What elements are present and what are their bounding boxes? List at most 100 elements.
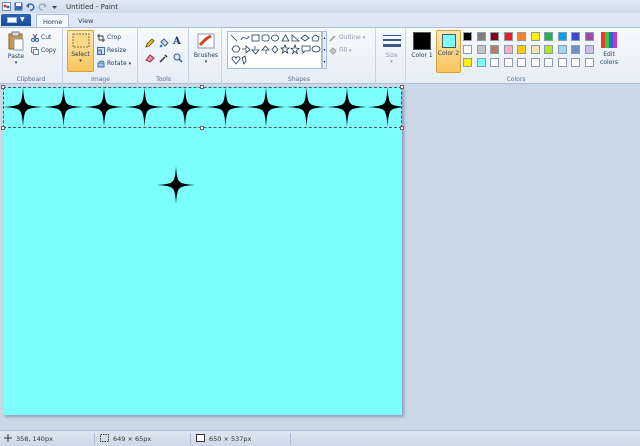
line-size-icon xyxy=(382,35,401,47)
palette-color-swatch[interactable] xyxy=(463,58,472,67)
color1-swatch xyxy=(413,32,431,50)
tab-home[interactable]: Home xyxy=(36,14,70,27)
palette-color-swatch[interactable] xyxy=(530,32,540,41)
rotate-dropdown-icon[interactable]: ▾ xyxy=(129,61,132,67)
palette-color-swatch[interactable] xyxy=(503,45,513,54)
selection-rectangle[interactable] xyxy=(3,87,402,128)
palette-color-swatch[interactable] xyxy=(490,32,499,41)
selection-handle-s[interactable] xyxy=(200,126,204,130)
palette-color-swatch[interactable] xyxy=(584,32,594,41)
shapes-gallery-icons[interactable] xyxy=(228,32,323,70)
rotate-button[interactable]: Rotate ▾ xyxy=(97,59,131,68)
selection-handle-ne[interactable] xyxy=(400,85,404,89)
color2-button[interactable]: Color 2 xyxy=(436,30,461,73)
chevron-down-icon: ▼ xyxy=(20,16,25,23)
palette-color-swatch[interactable] xyxy=(517,58,526,67)
undo-icon[interactable] xyxy=(26,2,35,11)
palette-color-swatch[interactable] xyxy=(571,45,580,54)
palette-color-swatch[interactable] xyxy=(544,45,553,54)
fill-bucket-icon[interactable] xyxy=(159,38,169,48)
palette-color-swatch[interactable] xyxy=(571,58,580,67)
edit-colors-button[interactable]: Edit colors xyxy=(596,31,622,67)
select-dropdown-icon[interactable]: ▾ xyxy=(68,58,93,64)
color-picker-icon[interactable] xyxy=(159,53,169,63)
ribbon-tab-bar: ▼ Home View xyxy=(0,13,640,27)
paste-dropdown-icon[interactable]: ▾ xyxy=(4,60,28,66)
fill-button[interactable]: Fill ▾ xyxy=(329,46,352,55)
canvas-drawing xyxy=(3,87,402,204)
crop-label: Crop xyxy=(107,34,122,41)
shapes-scrollbar[interactable]: ▴ ▾ ▾ xyxy=(322,31,327,69)
tab-view[interactable]: View xyxy=(72,14,99,27)
brushes-button[interactable]: Brushes ▾ xyxy=(193,32,219,65)
palette-color-swatch[interactable] xyxy=(557,58,567,67)
palette-color-swatch[interactable] xyxy=(557,32,567,41)
color2-label: Color 2 xyxy=(437,50,460,57)
redo-icon[interactable] xyxy=(38,2,47,11)
palette-color-swatch[interactable] xyxy=(571,32,580,41)
size-dropdown-icon: ▾ xyxy=(390,59,393,65)
selection-size-icon xyxy=(100,434,109,444)
paste-button[interactable]: Paste ▾ xyxy=(4,31,28,66)
selection-handle-se[interactable] xyxy=(400,126,404,130)
star-shape xyxy=(157,166,195,204)
brush-icon xyxy=(197,33,215,49)
paint-menu-button[interactable]: ▼ xyxy=(1,14,31,26)
paint-app-icon xyxy=(2,2,11,11)
palette-color-swatch[interactable] xyxy=(463,45,472,54)
paste-label: Paste xyxy=(7,53,25,60)
pencil-icon[interactable] xyxy=(145,38,155,48)
cut-button[interactable]: Cut xyxy=(31,33,51,42)
ribbon: Paste ▾ Cut Copy Clipboard Select ▾ Crop… xyxy=(0,27,640,84)
palette-color-swatch[interactable] xyxy=(476,58,486,67)
palette-color-swatch[interactable] xyxy=(503,58,513,67)
palette-color-swatch[interactable] xyxy=(503,32,513,41)
tools-group-label: Tools xyxy=(156,76,171,83)
palette-color-swatch[interactable] xyxy=(463,32,472,41)
palette-color-swatch[interactable] xyxy=(476,45,486,54)
outline-label: Outline xyxy=(339,34,361,41)
palette-color-swatch[interactable] xyxy=(490,45,499,54)
outline-button[interactable]: Outline ▾ xyxy=(329,33,365,42)
color1-button[interactable]: Color 1 xyxy=(410,31,434,73)
palette-color-swatch[interactable] xyxy=(544,58,553,67)
palette-color-swatch[interactable] xyxy=(544,32,553,41)
fill-dropdown-icon: ▾ xyxy=(349,47,352,54)
copy-icon xyxy=(31,46,39,55)
size-button[interactable]: Size ▾ xyxy=(380,32,403,65)
selection-handle-sw[interactable] xyxy=(1,126,5,130)
brushes-dropdown-icon[interactable]: ▾ xyxy=(193,59,219,65)
selection-handle-n[interactable] xyxy=(200,85,204,89)
customize-toolbar-icon[interactable] xyxy=(50,2,59,11)
palette-color-swatch[interactable] xyxy=(584,45,594,54)
palette-color-swatch[interactable] xyxy=(530,45,540,54)
cursor-position-text: 358, 140px xyxy=(16,435,53,443)
crop-button[interactable]: Crop xyxy=(97,33,121,42)
magnifier-icon[interactable] xyxy=(173,53,183,63)
drawing-canvas[interactable] xyxy=(1,85,404,415)
fill-icon xyxy=(329,46,337,55)
colors-group-label: Colors xyxy=(506,76,526,83)
eraser-icon[interactable] xyxy=(145,53,155,63)
select-button[interactable]: Select ▾ xyxy=(67,30,94,72)
menu-icon xyxy=(7,17,17,23)
palette-color-swatch[interactable] xyxy=(557,45,567,54)
edit-colors-label: Edit colors xyxy=(600,51,618,66)
resize-button[interactable]: Resize xyxy=(97,46,126,55)
save-icon[interactable] xyxy=(14,2,23,11)
palette-color-swatch[interactable] xyxy=(476,32,486,41)
selection-handle-nw[interactable] xyxy=(1,85,5,89)
text-tool-icon[interactable]: A xyxy=(173,36,181,47)
palette-color-swatch[interactable] xyxy=(584,58,594,67)
palette-color-swatch[interactable] xyxy=(517,45,526,54)
copy-label: Copy xyxy=(41,47,57,54)
status-divider xyxy=(290,433,291,444)
palette-color-swatch[interactable] xyxy=(530,58,540,67)
palette-color-swatch[interactable] xyxy=(517,32,526,41)
palette-color-swatch[interactable] xyxy=(490,58,499,67)
color2-swatch xyxy=(441,34,456,48)
fill-label: Fill xyxy=(339,47,348,54)
brushes-group: Brushes ▾ xyxy=(190,28,222,84)
outline-dropdown-icon: ▾ xyxy=(362,34,366,41)
copy-button[interactable]: Copy xyxy=(31,46,56,55)
